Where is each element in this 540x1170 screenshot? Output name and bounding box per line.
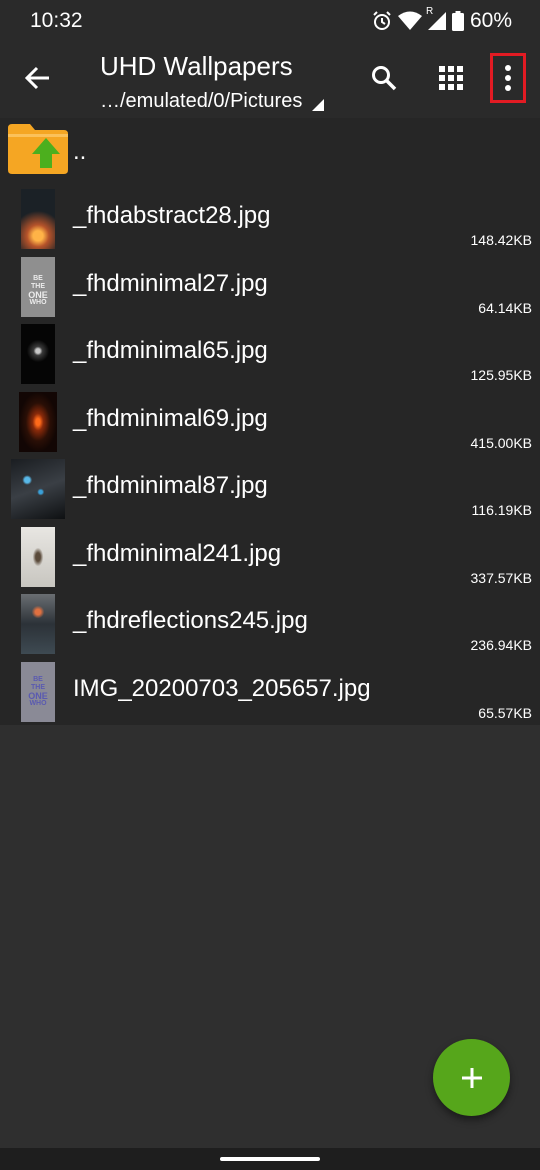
folder-up-icon bbox=[8, 124, 68, 179]
file-thumbnail bbox=[19, 391, 57, 452]
home-indicator[interactable] bbox=[220, 1157, 320, 1161]
list-item-parent-folder[interactable]: .. bbox=[0, 118, 540, 185]
grid-view-icon bbox=[439, 66, 463, 90]
dropdown-corner-icon bbox=[312, 99, 325, 111]
roaming-badge: R bbox=[425, 6, 434, 17]
list-item[interactable]: _fhdabstract28.jpg 148.42KB bbox=[0, 185, 540, 253]
back-button[interactable] bbox=[20, 60, 56, 96]
grid-view-button[interactable] bbox=[431, 58, 471, 98]
more-options-button[interactable] bbox=[490, 53, 526, 103]
file-name: _fhdminimal69.jpg bbox=[73, 404, 268, 432]
parent-folder-label: .. bbox=[73, 138, 87, 165]
file-list: .. _fhdabstract28.jpg 148.42KB BE THE ON… bbox=[0, 118, 540, 725]
file-thumbnail bbox=[21, 189, 55, 249]
list-item[interactable]: _fhdreflections245.jpg 236.94KB bbox=[0, 590, 540, 658]
battery-percent: 60% bbox=[469, 9, 512, 32]
file-thumbnail bbox=[21, 526, 55, 587]
file-name: _fhdminimal87.jpg bbox=[73, 472, 268, 499]
file-name: IMG_20200703_205657.jpg bbox=[73, 674, 371, 702]
search-icon bbox=[372, 66, 397, 91]
file-size: 64.14KB bbox=[478, 299, 532, 316]
file-size: 148.42KB bbox=[470, 232, 533, 248]
list-item[interactable]: _fhdminimal69.jpg 415.00KB bbox=[0, 388, 540, 456]
file-thumbnail bbox=[21, 324, 55, 384]
file-size: 337.57KB bbox=[470, 569, 533, 586]
app-bar: UHD Wallpapers …/emulated/0/Pictures bbox=[0, 40, 540, 118]
file-thumbnail bbox=[21, 594, 55, 654]
list-item[interactable]: BE THE ONE WHO IMG_20200703_205657.jpg 6… bbox=[0, 658, 540, 726]
file-size: 125.95KB bbox=[470, 367, 533, 383]
file-thumbnail bbox=[11, 459, 65, 519]
file-size: 65.57KB bbox=[478, 704, 532, 721]
file-size: 415.00KB bbox=[470, 434, 533, 451]
alarm-icon bbox=[372, 11, 392, 31]
cellular-signal-icon: R bbox=[426, 6, 446, 30]
thumb-word: WHO bbox=[29, 298, 47, 306]
file-name: _fhdminimal241.jpg bbox=[73, 539, 282, 567]
plus-icon bbox=[461, 1067, 482, 1088]
file-name: _fhdabstract28.jpg bbox=[73, 202, 271, 229]
file-name: _fhdreflections245.jpg bbox=[73, 607, 308, 634]
more-vert-icon bbox=[505, 65, 511, 91]
list-item[interactable]: _fhdminimal87.jpg 116.19KB bbox=[0, 455, 540, 523]
arrow-back-icon bbox=[25, 66, 49, 90]
file-size: 236.94KB bbox=[470, 637, 533, 653]
thumb-word: ONE bbox=[28, 690, 48, 701]
status-bar: 10:32 R 60% bbox=[0, 0, 540, 40]
list-item[interactable]: _fhdminimal65.jpg 125.95KB bbox=[0, 320, 540, 388]
file-name: _fhdminimal27.jpg bbox=[73, 269, 268, 297]
file-thumbnail: BE THE ONE WHO bbox=[21, 661, 55, 722]
search-button[interactable] bbox=[364, 58, 404, 98]
file-size: 116.19KB bbox=[471, 502, 532, 518]
thumb-word: BE bbox=[33, 274, 43, 282]
path-text: …/emulated/0/Pictures bbox=[100, 89, 303, 112]
page-title: UHD Wallpapers bbox=[100, 51, 293, 81]
path-breadcrumb[interactable]: …/emulated/0/Pictures bbox=[100, 88, 325, 114]
status-time: 10:32 bbox=[30, 9, 83, 32]
file-thumbnail: BE THE ONE WHO bbox=[21, 256, 55, 317]
thumb-word: WHO bbox=[29, 699, 47, 707]
status-icons: R 60% bbox=[372, 6, 512, 33]
thumb-word: BE bbox=[33, 675, 43, 683]
wifi-icon bbox=[397, 11, 422, 31]
navigation-bar bbox=[0, 1148, 540, 1170]
battery-icon bbox=[451, 11, 464, 31]
file-name: _fhdminimal65.jpg bbox=[73, 337, 268, 364]
thumb-word: ONE bbox=[28, 289, 48, 300]
list-item[interactable]: _fhdminimal241.jpg 337.57KB bbox=[0, 523, 540, 591]
list-item[interactable]: BE THE ONE WHO _fhdminimal27.jpg 64.14KB bbox=[0, 253, 540, 321]
add-fab-button[interactable] bbox=[433, 1039, 510, 1116]
